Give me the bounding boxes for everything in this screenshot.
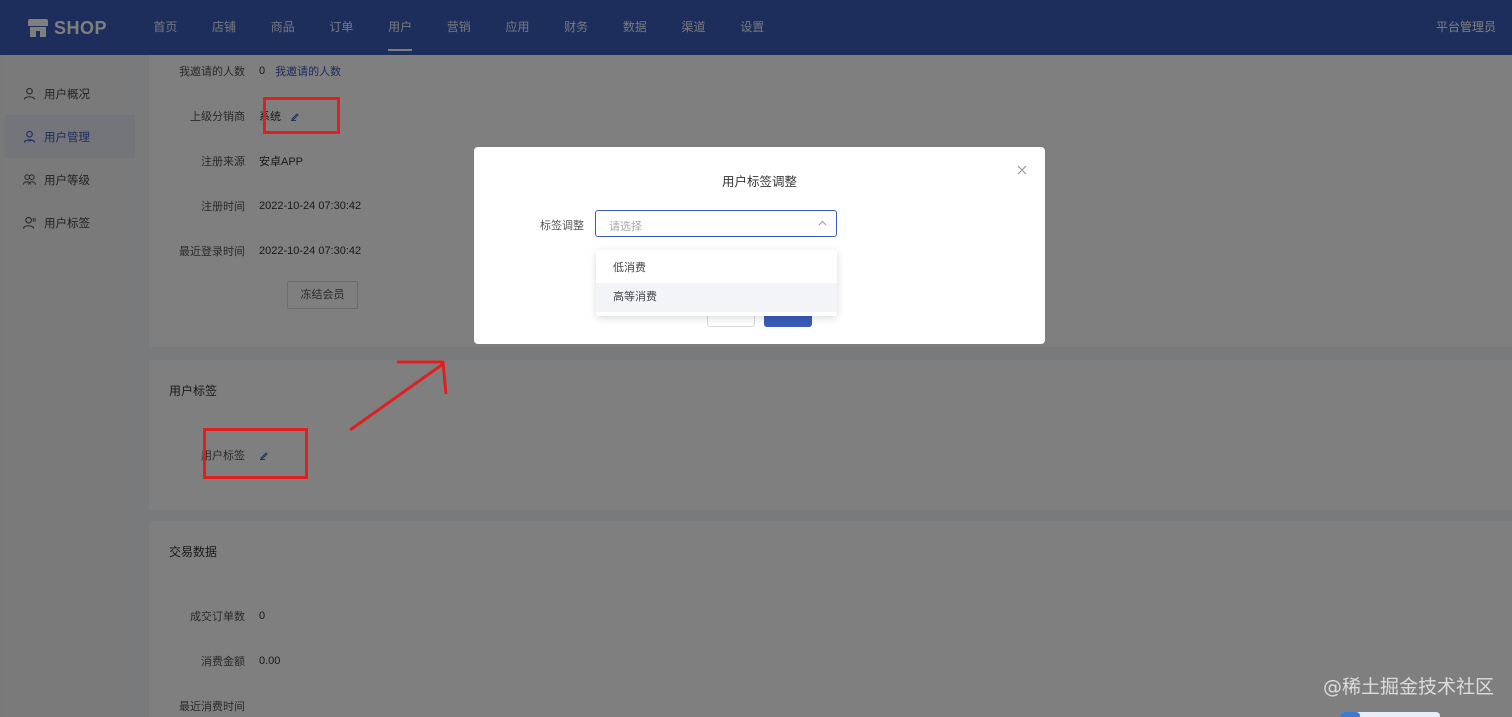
chevron-up-icon bbox=[818, 220, 827, 226]
annotation-arrow bbox=[349, 360, 448, 432]
tag-field-label: 标签调整 bbox=[540, 220, 584, 232]
annotation-box-tags bbox=[203, 428, 308, 479]
tag-select-placeholder: 请选择 bbox=[609, 221, 642, 233]
close-icon[interactable] bbox=[1015, 163, 1029, 177]
annotation-box-superior bbox=[263, 97, 340, 134]
watermark: @稀土掘金技术社区 bbox=[1322, 676, 1494, 698]
tag-select[interactable]: 请选择 bbox=[595, 210, 837, 237]
floating-scroll-control[interactable] bbox=[1340, 712, 1440, 717]
modal-mask[interactable] bbox=[0, 0, 1512, 717]
tag-dropdown: 低消费 高等消费 bbox=[596, 250, 837, 316]
dropdown-option-high[interactable]: 高等消费 bbox=[596, 283, 837, 312]
tag-field-hint bbox=[595, 242, 635, 248]
dropdown-option-low[interactable]: 低消费 bbox=[596, 254, 837, 283]
modal-title: 用户标签调整 bbox=[721, 175, 797, 189]
